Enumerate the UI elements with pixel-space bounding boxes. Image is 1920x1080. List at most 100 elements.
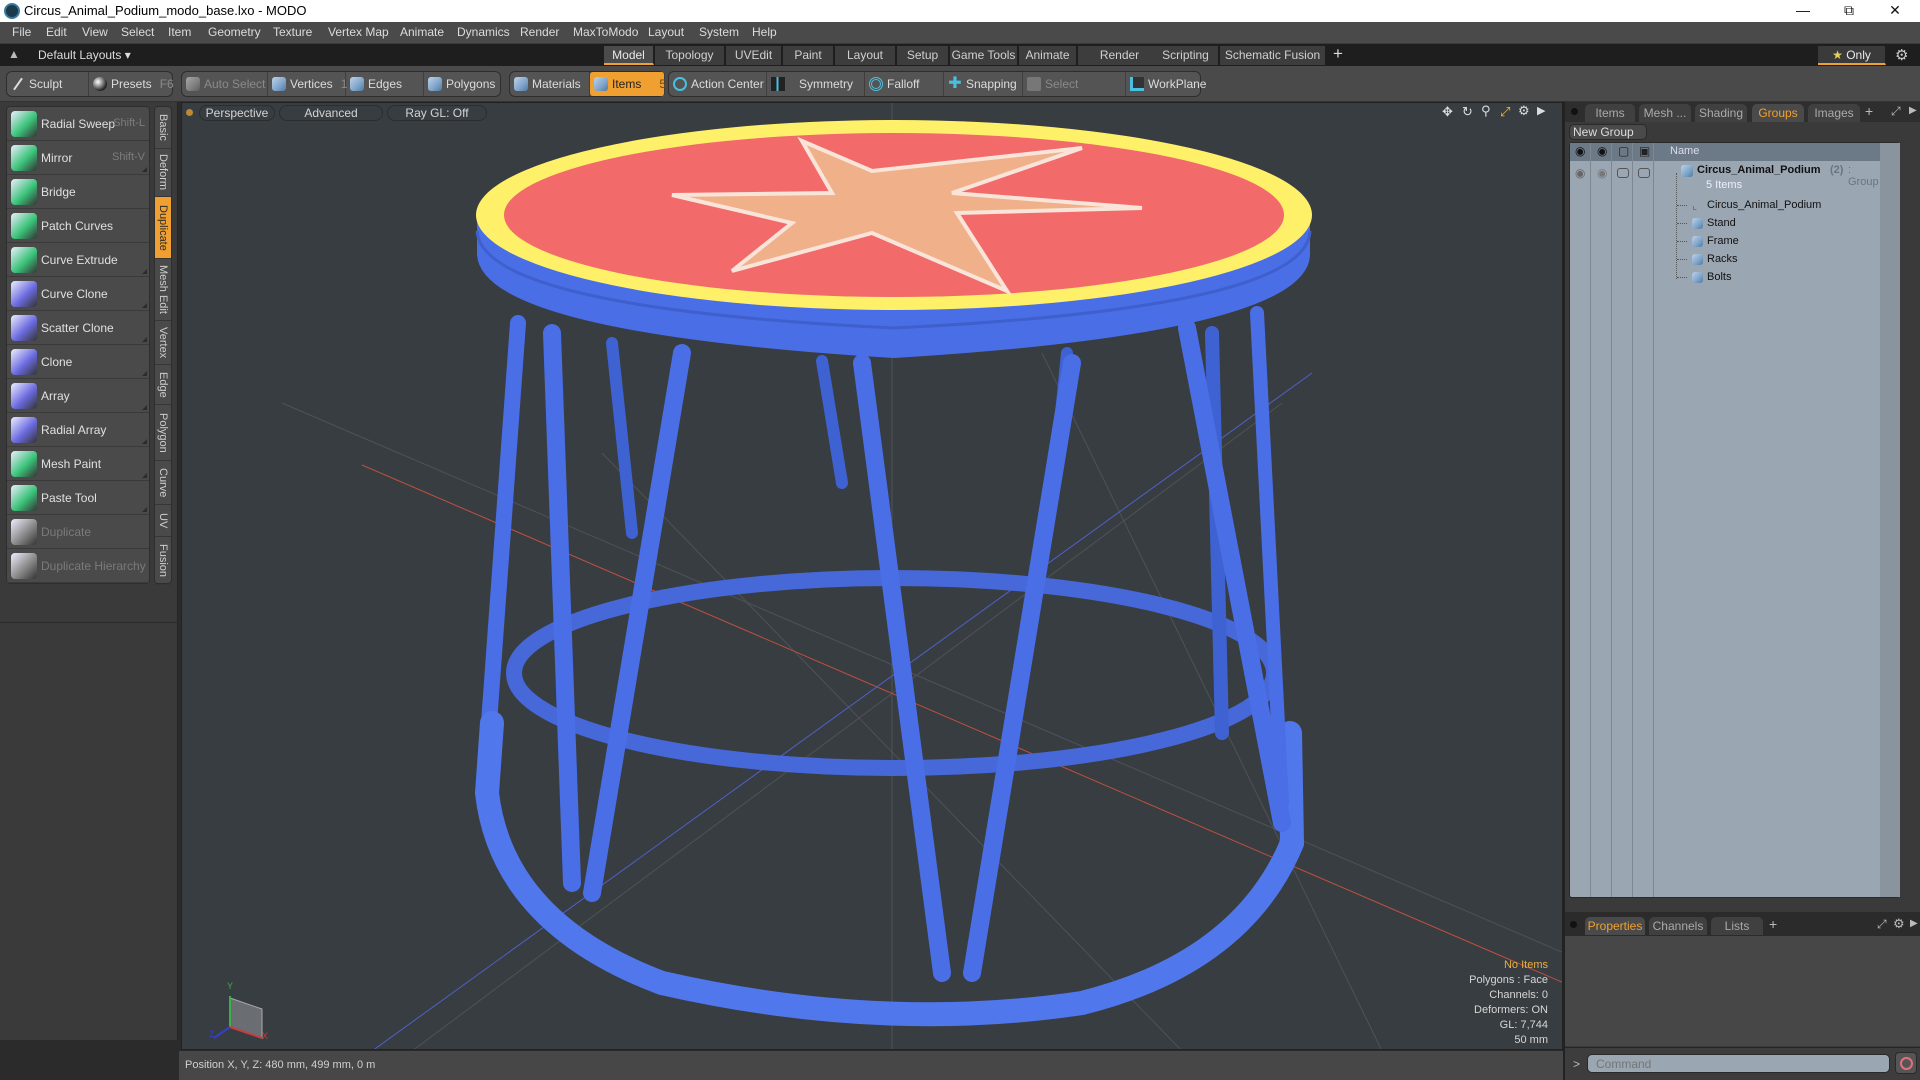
menu-select[interactable]: Select bbox=[121, 25, 154, 39]
tab-topology[interactable]: Topology bbox=[655, 46, 725, 65]
raygl-button[interactable]: Ray GL: Off bbox=[387, 105, 487, 121]
tool-radial-array[interactable]: Radial Array bbox=[7, 413, 149, 447]
menu-edit[interactable]: Edit bbox=[46, 25, 67, 39]
group-child-row[interactable]: Bolts bbox=[1570, 269, 1880, 287]
tab-groups[interactable]: Groups bbox=[1752, 104, 1804, 122]
menu-file[interactable]: File bbox=[12, 25, 31, 39]
select-column-icon[interactable]: ▣ bbox=[1639, 144, 1650, 158]
tab-setup[interactable]: Setup bbox=[897, 46, 949, 65]
menu-vertex-map[interactable]: Vertex Map bbox=[328, 25, 389, 39]
tab-scripting[interactable]: Scripting bbox=[1153, 46, 1219, 65]
vtab-fusion[interactable]: Fusion bbox=[155, 537, 171, 585]
tool-bridge[interactable]: Bridge bbox=[7, 175, 149, 209]
falloff-button[interactable]: Falloff bbox=[865, 72, 944, 96]
tab-game-tools[interactable]: Game Tools bbox=[950, 46, 1018, 65]
minimize-button[interactable]: — bbox=[1780, 0, 1826, 22]
vtab-polygon[interactable]: Polygon bbox=[155, 405, 171, 461]
group-child-row[interactable]: Frame bbox=[1570, 233, 1880, 251]
expand-icon[interactable]: ⤢ bbox=[1877, 917, 1887, 932]
render-toggle-icon[interactable]: ◉ bbox=[1597, 166, 1607, 180]
action-center-button[interactable]: Action Center bbox=[669, 72, 767, 96]
menu-geometry[interactable]: Geometry bbox=[208, 25, 261, 39]
tab-shading[interactable]: Shading bbox=[1695, 104, 1747, 122]
menu-system[interactable]: System bbox=[699, 25, 739, 39]
tab-animate[interactable]: Animate bbox=[1019, 46, 1077, 65]
vtab-deform[interactable]: Deform bbox=[155, 149, 171, 197]
tab-items[interactable]: Items bbox=[1585, 104, 1635, 122]
vtab-vertex[interactable]: Vertex bbox=[155, 321, 171, 365]
list-scrollbar[interactable] bbox=[1880, 143, 1900, 897]
menu-dynamics[interactable]: Dynamics bbox=[457, 25, 510, 39]
menu-item[interactable]: Item bbox=[168, 25, 191, 39]
tab-mesh[interactable]: Mesh ... bbox=[1639, 104, 1691, 122]
visibility-column-icon[interactable]: ◉ bbox=[1575, 144, 1585, 158]
vtab-basic[interactable]: Basic bbox=[155, 107, 171, 149]
sculpt-button[interactable]: Sculpt bbox=[7, 72, 89, 96]
vtab-mesh-edit[interactable]: Mesh Edit bbox=[155, 259, 171, 321]
tab-properties[interactable]: Properties bbox=[1585, 917, 1645, 935]
view-type-button[interactable]: Perspective bbox=[199, 105, 275, 121]
menu-help[interactable]: Help bbox=[752, 25, 777, 39]
select-through-button[interactable]: Select Through bbox=[1023, 72, 1126, 115]
tab-render[interactable]: Render bbox=[1078, 46, 1162, 65]
tool-curve-clone[interactable]: Curve Clone bbox=[7, 277, 149, 311]
zoom-view-icon[interactable]: ⚲ bbox=[1481, 103, 1491, 119]
rotate-view-icon[interactable]: ↻ bbox=[1462, 104, 1473, 120]
add-tab-button[interactable]: + bbox=[1333, 44, 1343, 64]
vtab-edge[interactable]: Edge bbox=[155, 365, 171, 405]
new-group-button[interactable]: New Group bbox=[1569, 124, 1647, 140]
tool-paste-tool[interactable]: Paste Tool bbox=[7, 481, 149, 515]
auto-select-button[interactable]: Auto Select bbox=[182, 72, 268, 96]
fit-view-icon[interactable]: ⤢ bbox=[1500, 104, 1510, 120]
vtab-uv[interactable]: UV bbox=[155, 505, 171, 537]
tab-layout[interactable]: Layout bbox=[835, 46, 896, 65]
only-toggle[interactable]: ★ Only bbox=[1818, 46, 1886, 65]
gear-icon[interactable]: ⚙ bbox=[1895, 46, 1908, 64]
record-button[interactable] bbox=[1895, 1052, 1917, 1074]
group-child-row[interactable]: Stand bbox=[1570, 215, 1880, 233]
items-button[interactable]: Items 5 bbox=[590, 72, 666, 96]
polygons-button[interactable]: Polygons bbox=[424, 72, 500, 96]
tool-duplicate[interactable]: Duplicate bbox=[7, 515, 149, 549]
3d-viewport[interactable]: Y X Z Perspective Advanced Ray GL: Off ✥… bbox=[181, 102, 1563, 1050]
edges-button[interactable]: Edges2 bbox=[346, 72, 435, 96]
snapping-button[interactable]: ✚ Snapping bbox=[944, 72, 1023, 96]
tab-channels[interactable]: Channels bbox=[1649, 917, 1707, 935]
symmetry-button[interactable]: Symmetry bbox=[767, 72, 865, 96]
presets-button[interactable]: Presets F6 bbox=[89, 72, 174, 96]
tool-patch-curves[interactable]: Patch Curves bbox=[7, 209, 149, 243]
tool-mirror[interactable]: Mirror Shift-V bbox=[7, 141, 149, 175]
tab-schematic-fusion[interactable]: Schematic Fusion bbox=[1220, 46, 1326, 65]
group-row[interactable]: ◉ ◉ Circus_Animal_Podium (2) : Group 5 I… bbox=[1570, 161, 1880, 197]
vertices-button[interactable]: Vertices 1 bbox=[268, 72, 347, 96]
vtab-curve[interactable]: Curve bbox=[155, 461, 171, 505]
tab-model[interactable]: Model bbox=[604, 46, 654, 65]
viewport-menu-arrow-icon[interactable]: ▶ bbox=[1537, 104, 1545, 117]
tab-uvedit[interactable]: UVEdit bbox=[726, 46, 782, 65]
tool-curve-extrude[interactable]: Curve Extrude bbox=[7, 243, 149, 277]
tool-duplicate-hierarchy[interactable]: Duplicate Hierarchy bbox=[7, 549, 149, 583]
layout-preset-dropdown[interactable]: Default Layouts ▾ bbox=[38, 48, 131, 62]
tool-array[interactable]: Array bbox=[7, 379, 149, 413]
lock-toggle[interactable] bbox=[1617, 168, 1629, 178]
tool-clone[interactable]: Clone bbox=[7, 345, 149, 379]
tool-radial-sweep[interactable]: Radial Sweep Shift-L bbox=[7, 107, 149, 141]
tool-scatter-clone[interactable]: Scatter Clone bbox=[7, 311, 149, 345]
menu-animate[interactable]: Animate bbox=[400, 25, 444, 39]
close-button[interactable]: ✕ bbox=[1872, 0, 1918, 22]
viewport-settings-icon[interactable]: ⚙ bbox=[1518, 103, 1530, 119]
command-input[interactable] bbox=[1587, 1054, 1890, 1073]
collapse-arrow-icon[interactable]: ▲ bbox=[8, 47, 20, 61]
expand-icon[interactable]: ⤢ bbox=[1891, 104, 1901, 119]
visibility-toggle-icon[interactable]: ◉ bbox=[1575, 166, 1585, 180]
tool-mesh-paint[interactable]: Mesh Paint bbox=[7, 447, 149, 481]
materials-button[interactable]: Materials bbox=[510, 72, 590, 96]
add-tab-button[interactable]: + bbox=[1769, 916, 1777, 932]
menu-layout[interactable]: Layout bbox=[648, 25, 684, 39]
tab-lists[interactable]: Lists bbox=[1711, 917, 1763, 935]
group-child-row[interactable]: ⌞ Circus_Animal_Podium bbox=[1570, 197, 1880, 215]
menu-texture[interactable]: Texture bbox=[273, 25, 312, 39]
group-child-row[interactable]: Racks bbox=[1570, 251, 1880, 269]
shading-mode-button[interactable]: Advanced bbox=[279, 105, 383, 121]
gear-icon[interactable]: ⚙ bbox=[1893, 916, 1905, 932]
